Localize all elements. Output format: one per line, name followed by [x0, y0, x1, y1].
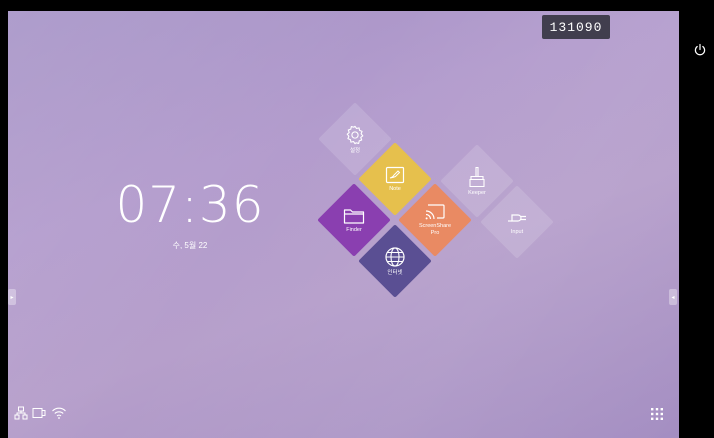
- right-panel: [679, 11, 714, 438]
- apps-grid-icon[interactable]: [651, 408, 663, 420]
- clock-time: 07:36: [115, 176, 265, 234]
- device-id-badge: 131090: [542, 15, 610, 39]
- wifi-icon[interactable]: [51, 406, 67, 420]
- display-icon[interactable]: [32, 406, 46, 420]
- top-bar: [0, 0, 714, 11]
- right-sidebar-handle[interactable]: ◂: [669, 289, 677, 305]
- network-icon[interactable]: [14, 406, 28, 420]
- left-sidebar-handle[interactable]: ▸: [8, 289, 16, 305]
- clock-date: 수, 5월 22: [172, 241, 208, 250]
- power-icon[interactable]: [693, 43, 707, 57]
